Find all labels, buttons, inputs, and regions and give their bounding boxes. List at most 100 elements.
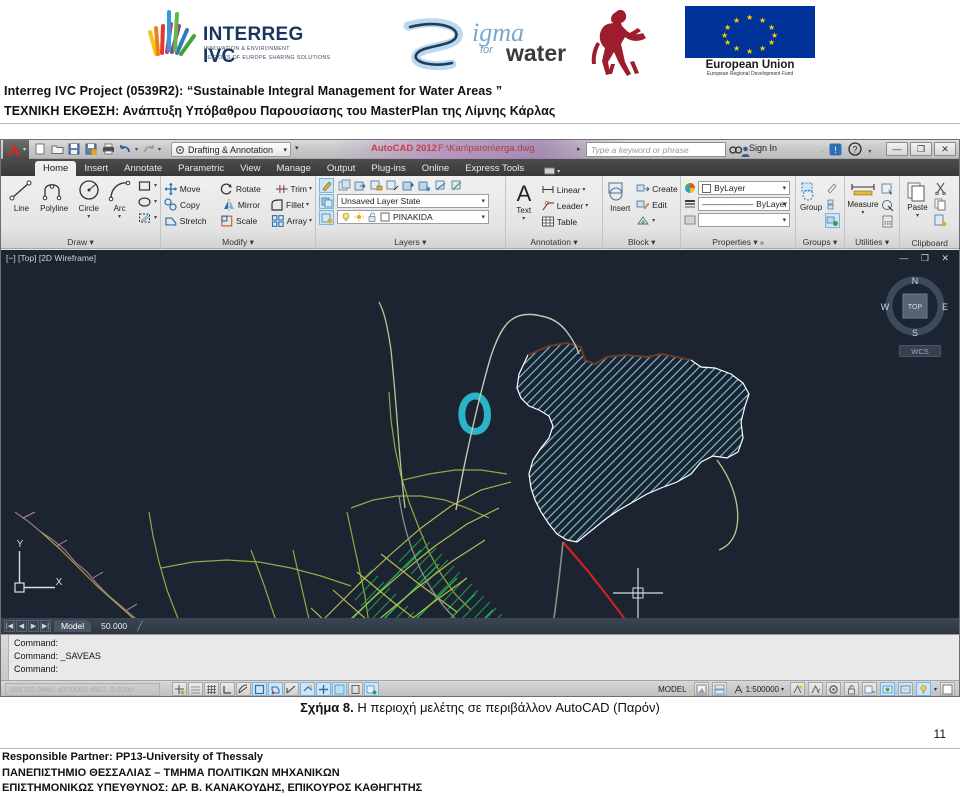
tab-home[interactable]: Home — [35, 161, 77, 176]
clean-screen-icon[interactable] — [897, 682, 913, 696]
tool-block-attribute[interactable]: ▾ — [636, 213, 678, 228]
layer-change-icon[interactable] — [417, 178, 432, 193]
tab-plug-ins[interactable]: Plug-ins — [363, 161, 413, 176]
tool-measure[interactable]: Measure ▾ — [847, 182, 878, 229]
tab-output[interactable]: Output — [319, 161, 364, 176]
undo-icon[interactable] — [118, 142, 132, 156]
layout-tab-model[interactable]: Model — [54, 620, 92, 632]
autoscale-icon[interactable] — [807, 682, 823, 696]
command-prompt[interactable]: Command: — [14, 663, 101, 676]
tool-linear-dim[interactable]: Linear ▾ — [541, 182, 588, 197]
scale-chevron-down-icon[interactable]: ▾ — [781, 686, 784, 693]
layer-merge-icon[interactable] — [353, 178, 368, 193]
tool-block-create[interactable]: Create — [636, 181, 678, 196]
layer-freeze-icon[interactable] — [319, 210, 334, 225]
ribbon-minimize-control[interactable]: ▾ — [544, 167, 560, 176]
current-layer-chevron-down-icon[interactable]: ▾ — [481, 213, 485, 221]
polar-tracking-toggle[interactable] — [236, 682, 251, 696]
panel-groups-title[interactable]: Groups ▾ — [796, 237, 844, 248]
annotation-scale-selector[interactable]: 1:500000 ▾ — [730, 684, 787, 695]
ucs-selector-button[interactable]: WCS — [899, 345, 941, 357]
autocad-app-button[interactable]: ▾ — [3, 140, 29, 159]
lineweight-chevron-down-icon[interactable]: ▾ — [783, 216, 787, 224]
tool-polyline[interactable]: Polyline — [37, 178, 72, 225]
layer-match-icon[interactable] — [401, 178, 416, 193]
tab-online[interactable]: Online — [414, 161, 457, 176]
linetype-chevron-down-icon[interactable]: ▾ — [783, 200, 787, 208]
toolbar-lock-icon[interactable] — [843, 682, 859, 696]
infer-constraints-toggle[interactable] — [172, 682, 187, 696]
chevron-down-icon[interactable]: ▾ — [283, 146, 287, 154]
tool-paste[interactable]: Paste ▾ — [903, 181, 931, 228]
workspace-selector[interactable]: Drafting & Annotation ▾ — [171, 142, 291, 157]
redo-icon[interactable] — [141, 142, 155, 156]
sun-icon[interactable] — [354, 212, 364, 222]
linear-chevron-down-icon[interactable]: ▾ — [582, 186, 585, 193]
object-color-combo[interactable]: ByLayer ▾ — [698, 181, 791, 195]
layer-turn-all-on-icon[interactable] — [449, 178, 464, 193]
ellipse-chevron-down-icon[interactable]: ▾ — [154, 198, 157, 205]
panel-annotation-title[interactable]: Annotation ▾ — [506, 237, 602, 248]
annotation-visibility-icon[interactable] — [789, 682, 805, 696]
circle-chevron-down-icon[interactable]: ▾ — [87, 213, 90, 220]
search-input[interactable]: Type a keyword or phrase — [586, 142, 726, 157]
dynamic-ucs-toggle[interactable] — [300, 682, 315, 696]
minimize-panels-icon[interactable] — [940, 682, 955, 696]
dynamic-input-toggle[interactable] — [316, 682, 331, 696]
tool-group[interactable]: Group — [799, 181, 823, 228]
snap-mode-toggle[interactable] — [188, 682, 203, 696]
trim-chevron-down-icon[interactable]: ▾ — [309, 185, 312, 192]
object-snap-tracking-toggle[interactable] — [284, 682, 299, 696]
drawing-canvas[interactable]: [−] [Top] [2D Wireframe] — ❐ ✕ TOP N S W… — [1, 250, 959, 618]
layer-lock-icon[interactable] — [369, 178, 384, 193]
3d-object-snap-toggle[interactable] — [268, 682, 283, 696]
sign-in-button[interactable]: Sign In — [749, 143, 777, 153]
leader-chevron-down-icon[interactable]: ▾ — [585, 202, 588, 209]
tool-leader[interactable]: Leader ▾ — [541, 198, 588, 213]
tab-manage[interactable]: Manage — [269, 161, 319, 176]
minimize-button[interactable]: — — [886, 142, 908, 156]
panel-draw-title[interactable]: Draw ▾ — [1, 237, 160, 248]
unlock-icon[interactable] — [367, 212, 377, 222]
tool-move[interactable]: Move Rotate Trim ▾ — [164, 181, 312, 196]
tab-annotate[interactable]: Annotate — [116, 161, 170, 176]
next-tab-button[interactable]: ▶ — [28, 620, 39, 632]
layer-color-swatch[interactable] — [380, 212, 390, 222]
cut-icon[interactable] — [933, 181, 948, 196]
lineweight-combo[interactable]: ▾ — [698, 213, 791, 227]
tool-table[interactable]: Table — [541, 214, 588, 229]
lightbulb-icon[interactable] — [341, 212, 351, 222]
add-selected-icon[interactable] — [880, 198, 895, 213]
lineweight-stack-icon[interactable] — [684, 198, 696, 210]
first-tab-button[interactable]: |◀ — [4, 620, 15, 632]
panel-block-title[interactable]: Block ▾ — [603, 237, 680, 248]
tool-stretch[interactable]: Stretch Scale Array ▾ — [164, 213, 312, 228]
tab-express-tools[interactable]: Express Tools — [457, 161, 532, 176]
coordinates-display[interactable]: 395702.9490, 4370060.4667, 0.0000 — [5, 682, 160, 696]
transparency-toggle[interactable] — [348, 682, 363, 696]
layer-unlock-icon[interactable] — [385, 178, 400, 193]
rectangle-chevron-down-icon[interactable]: ▾ — [154, 182, 157, 189]
tool-copy[interactable]: Copy Mirror Fillet ▾ — [164, 197, 312, 212]
paste-chevron-down-icon[interactable]: ▾ — [916, 212, 919, 219]
ortho-mode-toggle[interactable] — [220, 682, 235, 696]
quick-view-drawings-icon[interactable] — [711, 682, 727, 696]
exchange-icon[interactable]: ! — [829, 143, 842, 161]
grid-display-toggle[interactable] — [204, 682, 219, 696]
viewport-window-controls[interactable]: — ❐ ✕ — [899, 253, 954, 264]
tool-insert-block[interactable]: Insert — [606, 180, 634, 228]
previous-tab-button[interactable]: ◀ — [16, 620, 27, 632]
array-chevron-down-icon[interactable]: ▾ — [309, 217, 312, 224]
layout-tab-50000[interactable]: 50.000 — [94, 620, 134, 632]
layer-properties-icon[interactable] — [319, 178, 334, 193]
color-chevron-down-icon[interactable]: ▾ — [783, 184, 787, 192]
layer-isolate-icon[interactable] — [319, 194, 334, 209]
layer-off-icon[interactable] — [433, 178, 448, 193]
panel-utilities-title[interactable]: Utilities ▾ — [845, 237, 900, 248]
tool-ellipse[interactable]: ▾ — [137, 194, 157, 209]
workspace-menu-icon[interactable]: ▾ — [295, 144, 299, 152]
tab-view[interactable]: View — [232, 161, 268, 176]
quick-properties-toggle[interactable] — [364, 682, 379, 696]
new-icon[interactable] — [33, 142, 47, 156]
current-layer-combo[interactable]: PINAKIDA ▾ — [337, 210, 489, 224]
